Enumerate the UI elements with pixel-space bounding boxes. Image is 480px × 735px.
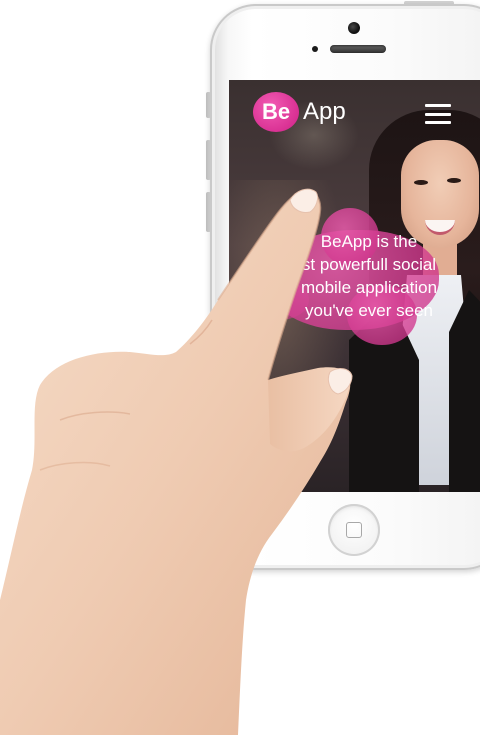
- mockup-stage: Be App BeApp is the st powerfull social …: [0, 0, 480, 735]
- pointing-hand: [0, 188, 353, 735]
